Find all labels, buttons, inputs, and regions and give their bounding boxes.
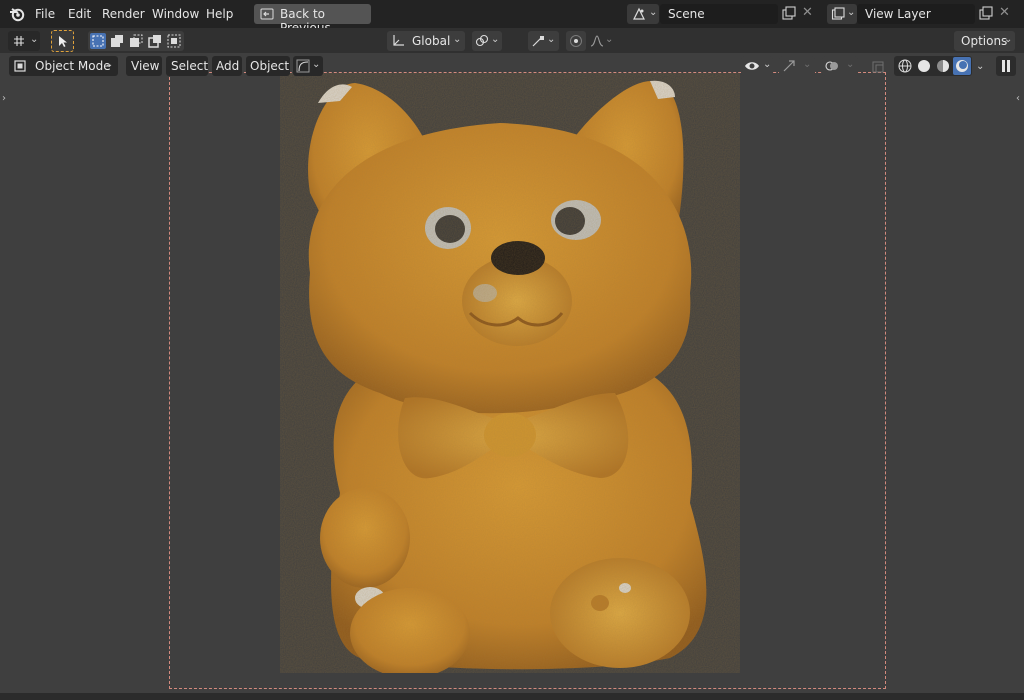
wireframe-shading-icon[interactable]	[897, 58, 913, 74]
menu-object[interactable]: Object	[246, 56, 290, 76]
overlays-dropdown[interactable]: ⌄	[822, 56, 858, 76]
delete-scene-icon[interactable]: ✕	[802, 5, 813, 20]
chevron-down-icon: ⌄	[847, 7, 856, 18]
snap-vertex-icon	[532, 36, 544, 47]
gizmo-icon	[783, 60, 795, 72]
invert-selection-icon[interactable]	[147, 33, 163, 49]
chevron-down-icon: ⌄	[803, 59, 812, 70]
viewport-shading-group	[894, 56, 972, 76]
overlays-icon	[825, 61, 838, 71]
status-bar-edge	[0, 693, 1024, 700]
selection-mode-group	[88, 31, 184, 51]
menu-help[interactable]: Help	[206, 7, 233, 21]
menu-render[interactable]: Render	[102, 7, 145, 21]
viewport-header: Object Mode ⌄ View Select Add Object ⌄ ⌄…	[0, 53, 1024, 78]
toolbar-expand-arrow-icon[interactable]: ›	[2, 93, 6, 104]
pause-icon	[1002, 60, 1010, 72]
camera-view-frame	[169, 72, 886, 689]
editor-type-button[interactable]: ⌄	[8, 31, 40, 51]
back-arrow-icon	[260, 8, 274, 20]
transform-orientation-label: Global	[412, 34, 451, 48]
proportional-editing-toggle[interactable]	[566, 31, 586, 51]
orientation-axes-icon	[393, 35, 404, 46]
grid-editor-icon	[14, 36, 24, 46]
falloff-dropdown[interactable]: ⌄	[588, 31, 616, 51]
scene-name-label: Scene	[668, 7, 705, 21]
chevron-down-icon: ⌄	[649, 7, 658, 18]
options-label: Options	[961, 34, 1008, 48]
extend-selection-icon[interactable]	[109, 33, 125, 49]
set-new-selection-icon[interactable]	[90, 33, 106, 49]
chevron-down-icon: ⌄	[763, 59, 772, 70]
object-visibility-dropdown[interactable]: ⌄	[741, 56, 773, 76]
subtract-selection-icon[interactable]	[128, 33, 144, 49]
rendered-shading-icon[interactable]	[953, 57, 971, 75]
select-tool-button[interactable]	[51, 30, 74, 52]
chevron-down-icon: ⌄	[491, 34, 500, 45]
chevron-down-icon: ⌄	[105, 59, 114, 70]
proportional-editing-icon	[570, 35, 582, 47]
menu-select[interactable]: Select	[166, 56, 208, 76]
delete-view-layer-icon[interactable]: ✕	[999, 5, 1010, 20]
eye-icon	[745, 62, 759, 70]
view-layer-name-field[interactable]: View Layer	[857, 4, 975, 24]
shading-options-chevron-icon[interactable]: ⌄	[976, 61, 984, 72]
pause-render-button[interactable]	[996, 56, 1016, 76]
pivot-point-icon	[475, 34, 489, 47]
falloff-curve-icon	[590, 35, 604, 47]
object-mode-icon	[14, 60, 26, 72]
scene-name-field[interactable]: Scene	[660, 4, 778, 24]
chevron-down-icon: ⌄	[453, 34, 462, 45]
menu-edit[interactable]: Edit	[68, 7, 91, 21]
top-bar: File Edit Render Window Help Back to Pre…	[0, 0, 1024, 35]
pivot-point-dropdown[interactable]: ⌄	[472, 31, 502, 51]
snap-target-dropdown[interactable]: ⌄	[528, 31, 559, 51]
menu-window[interactable]: Window	[152, 7, 199, 21]
view-layer-selector-button[interactable]: ⌄	[827, 4, 857, 24]
menu-select-label: Select	[171, 59, 209, 73]
scene-icon	[633, 7, 645, 20]
new-view-layer-icon[interactable]	[978, 6, 993, 21]
solid-shading-icon[interactable]	[916, 58, 932, 74]
sidebar-expand-arrow-icon[interactable]: ‹	[1016, 93, 1020, 104]
chevron-down-icon: ⌄	[846, 59, 855, 70]
intersect-selection-icon[interactable]	[166, 33, 182, 49]
transform-orientation-dropdown[interactable]: Global ⌄	[387, 31, 465, 51]
snapping-curve-dropdown[interactable]: ⌄	[293, 56, 323, 76]
blender-logo-icon[interactable]	[8, 5, 26, 23]
gizmo-dropdown[interactable]: ⌄	[779, 56, 815, 76]
chevron-down-icon: ⌄	[605, 34, 614, 45]
chevron-down-icon: ⌄	[30, 34, 39, 45]
interaction-mode-dropdown[interactable]: Object Mode ⌄	[9, 56, 118, 76]
back-to-previous-button[interactable]: Back to Previous	[254, 4, 371, 35]
chevron-down-icon: ⌄	[312, 59, 321, 70]
curve-stroke-icon	[296, 59, 310, 73]
menu-add-label: Add	[216, 59, 240, 73]
cursor-arrow-icon	[59, 36, 67, 47]
material-shading-icon[interactable]	[935, 58, 951, 74]
scene-selector-button[interactable]: ⌄	[627, 4, 659, 24]
view-layer-name-label: View Layer	[865, 7, 931, 21]
menu-object-label: Object	[250, 59, 290, 73]
menu-view-label: View	[131, 59, 160, 73]
chevron-down-icon: ⌄	[1004, 34, 1013, 45]
new-scene-icon[interactable]	[781, 6, 796, 21]
3d-viewport[interactable]: › ‹ Object Mode ⌄ View Select Add Object	[0, 53, 1024, 700]
chevron-down-icon: ⌄	[547, 34, 556, 45]
options-dropdown[interactable]: Options ⌄	[954, 31, 1015, 51]
tool-settings-bar: ⌄ Global ⌄ ⌄ ⌄ ⌄ Options ⌄	[0, 28, 1024, 74]
menu-view[interactable]: View	[126, 56, 162, 76]
view-layer-icon	[831, 7, 845, 20]
menu-add[interactable]: Add	[212, 56, 242, 76]
menu-file[interactable]: File	[35, 7, 55, 21]
interaction-mode-label: Object Mode	[35, 59, 111, 73]
xray-toggle-icon[interactable]	[871, 60, 885, 74]
